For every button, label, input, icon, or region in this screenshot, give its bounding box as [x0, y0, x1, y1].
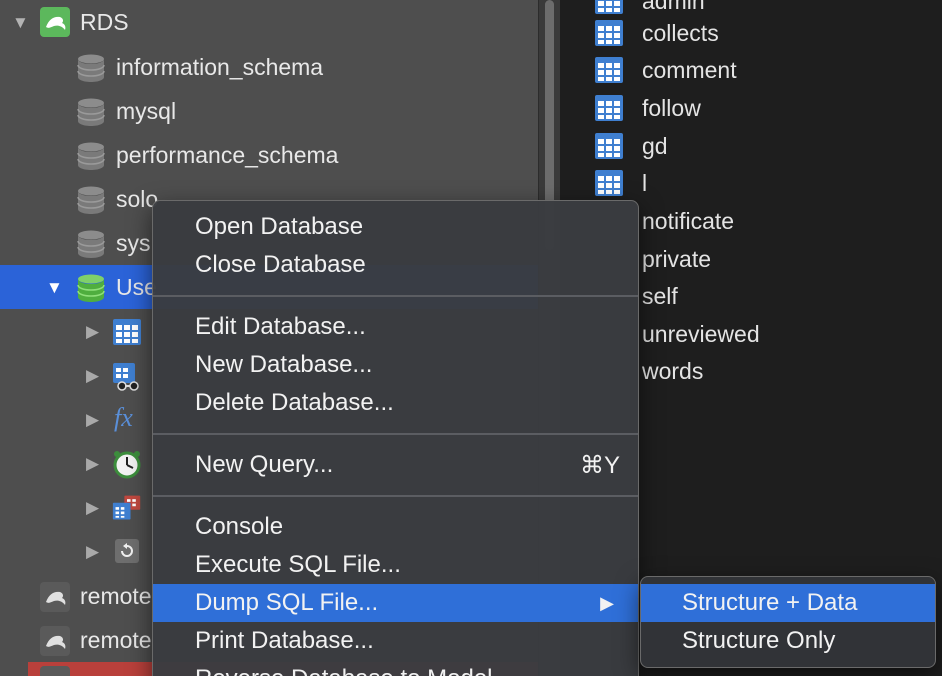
tree-item-label: mysql	[116, 97, 177, 124]
keyboard-shortcut: ⌘Y	[579, 451, 620, 479]
tree-item-database[interactable]: performance_schema	[0, 133, 538, 177]
database-context-menu: Open Database Close Database Edit Databa…	[152, 200, 639, 676]
tree-item-label: information_schema	[116, 53, 324, 80]
menu-item-label: Open Database	[195, 213, 364, 240]
menu-item-print-database[interactable]: Print Database...	[153, 622, 638, 660]
table-item[interactable]: collects	[560, 14, 942, 52]
menu-separator	[153, 433, 638, 435]
menu-item-label: Dump SQL File...	[195, 589, 379, 616]
disclosure-closed-icon[interactable]: ▶	[86, 499, 99, 516]
table-icon	[595, 20, 623, 46]
menu-separator	[153, 495, 638, 497]
database-open-icon	[77, 274, 105, 302]
table-icon	[595, 95, 623, 121]
menu-item-label: Console	[195, 513, 284, 540]
menu-item-label: Delete Database...	[195, 389, 394, 416]
database-icon	[77, 98, 105, 126]
submenu-item-structure-only[interactable]: Structure Only	[641, 622, 935, 660]
mysql-connection-icon	[40, 626, 70, 656]
tree-item-label: remote	[80, 582, 152, 609]
submenu-item-structure-data[interactable]: Structure + Data	[641, 584, 935, 622]
backup-icon	[115, 539, 139, 563]
tree-item-label: sys	[116, 229, 151, 256]
menu-item-label: New Database...	[195, 351, 373, 378]
disclosure-closed-icon[interactable]: ▶	[86, 455, 99, 472]
database-icon	[77, 230, 105, 258]
menu-item-reverse-database[interactable]: Reverse Database to Model	[153, 660, 638, 676]
views-icon	[113, 363, 139, 391]
table-name: private	[642, 245, 712, 272]
database-icon	[77, 142, 105, 170]
table-icon	[595, 170, 623, 196]
tree-item-database[interactable]: information_schema	[0, 45, 538, 89]
function-icon: fx	[114, 403, 133, 432]
menu-item-execute-sql-file[interactable]: Execute SQL File...	[153, 546, 638, 584]
tables-icon	[113, 319, 141, 345]
disclosure-open-icon[interactable]: ▼	[12, 14, 29, 31]
tree-item-database[interactable]: mysql	[0, 89, 538, 133]
menu-item-close-database[interactable]: Close Database	[153, 246, 638, 284]
table-item[interactable]: comment	[560, 51, 942, 89]
table-icon	[595, 57, 623, 83]
table-name: follow	[642, 94, 701, 121]
disclosure-closed-icon[interactable]: ▶	[86, 367, 99, 384]
submenu-arrow-icon: ▶	[600, 592, 614, 613]
menu-item-new-query[interactable]: New Query... ⌘Y	[153, 446, 638, 484]
dump-sql-submenu: Structure + Data Structure Only	[640, 576, 936, 668]
alarm-clock-icon	[113, 451, 141, 479]
tree-item-rds-connection[interactable]: ▼ RDS	[0, 0, 538, 44]
table-item[interactable]: follow	[560, 89, 942, 127]
menu-item-label: Close Database	[195, 251, 366, 278]
disclosure-closed-icon[interactable]: ▶	[86, 543, 99, 560]
table-name: words	[642, 357, 704, 384]
disclosure-closed-icon[interactable]: ▶	[86, 411, 99, 428]
mysql-connection-icon	[40, 582, 70, 612]
table-name: admin	[642, 0, 705, 14]
menu-item-label: Reverse Database to Model	[195, 665, 493, 676]
table-name: notificate	[642, 207, 735, 234]
table-item[interactable]: l	[560, 164, 942, 202]
menu-item-delete-database[interactable]: Delete Database...	[153, 384, 638, 422]
table-name: collects	[642, 19, 719, 46]
menu-separator	[153, 295, 638, 297]
tree-item-label: performance_schema	[116, 141, 339, 168]
database-icon	[77, 54, 105, 82]
menu-item-new-database[interactable]: New Database...	[153, 346, 638, 384]
table-name: unreviewed	[642, 320, 760, 347]
tree-item-label: Use	[116, 273, 157, 300]
menu-item-edit-database[interactable]: Edit Database...	[153, 308, 638, 346]
menu-item-label: Execute SQL File...	[195, 551, 401, 578]
table-item[interactable]: gd	[560, 127, 942, 165]
disclosure-closed-icon[interactable]: ▶	[86, 323, 99, 340]
menu-item-console[interactable]: Console	[153, 508, 638, 546]
table-name: self	[642, 282, 678, 309]
submenu-item-label: Structure Only	[682, 627, 836, 654]
table-name: l	[642, 169, 648, 196]
mysql-connection-icon	[40, 7, 70, 37]
menu-item-label: Edit Database...	[195, 313, 366, 340]
query-table-icon	[112, 495, 141, 520]
table-name: comment	[642, 56, 737, 83]
menu-item-dump-sql-file[interactable]: Dump SQL File... ▶	[153, 584, 638, 622]
tree-item-label: RDS	[80, 8, 129, 35]
menu-item-label: New Query...	[195, 451, 334, 478]
disclosure-open-icon[interactable]: ▼	[46, 279, 63, 296]
mysql-connection-icon	[40, 666, 70, 676]
menu-item-open-database[interactable]: Open Database	[153, 208, 638, 246]
tree-item-label: remote	[80, 626, 152, 653]
table-name: gd	[642, 132, 668, 159]
database-icon	[77, 186, 105, 214]
submenu-item-label: Structure + Data	[682, 589, 858, 616]
table-icon	[595, 133, 623, 159]
menu-item-label: Print Database...	[195, 627, 374, 654]
